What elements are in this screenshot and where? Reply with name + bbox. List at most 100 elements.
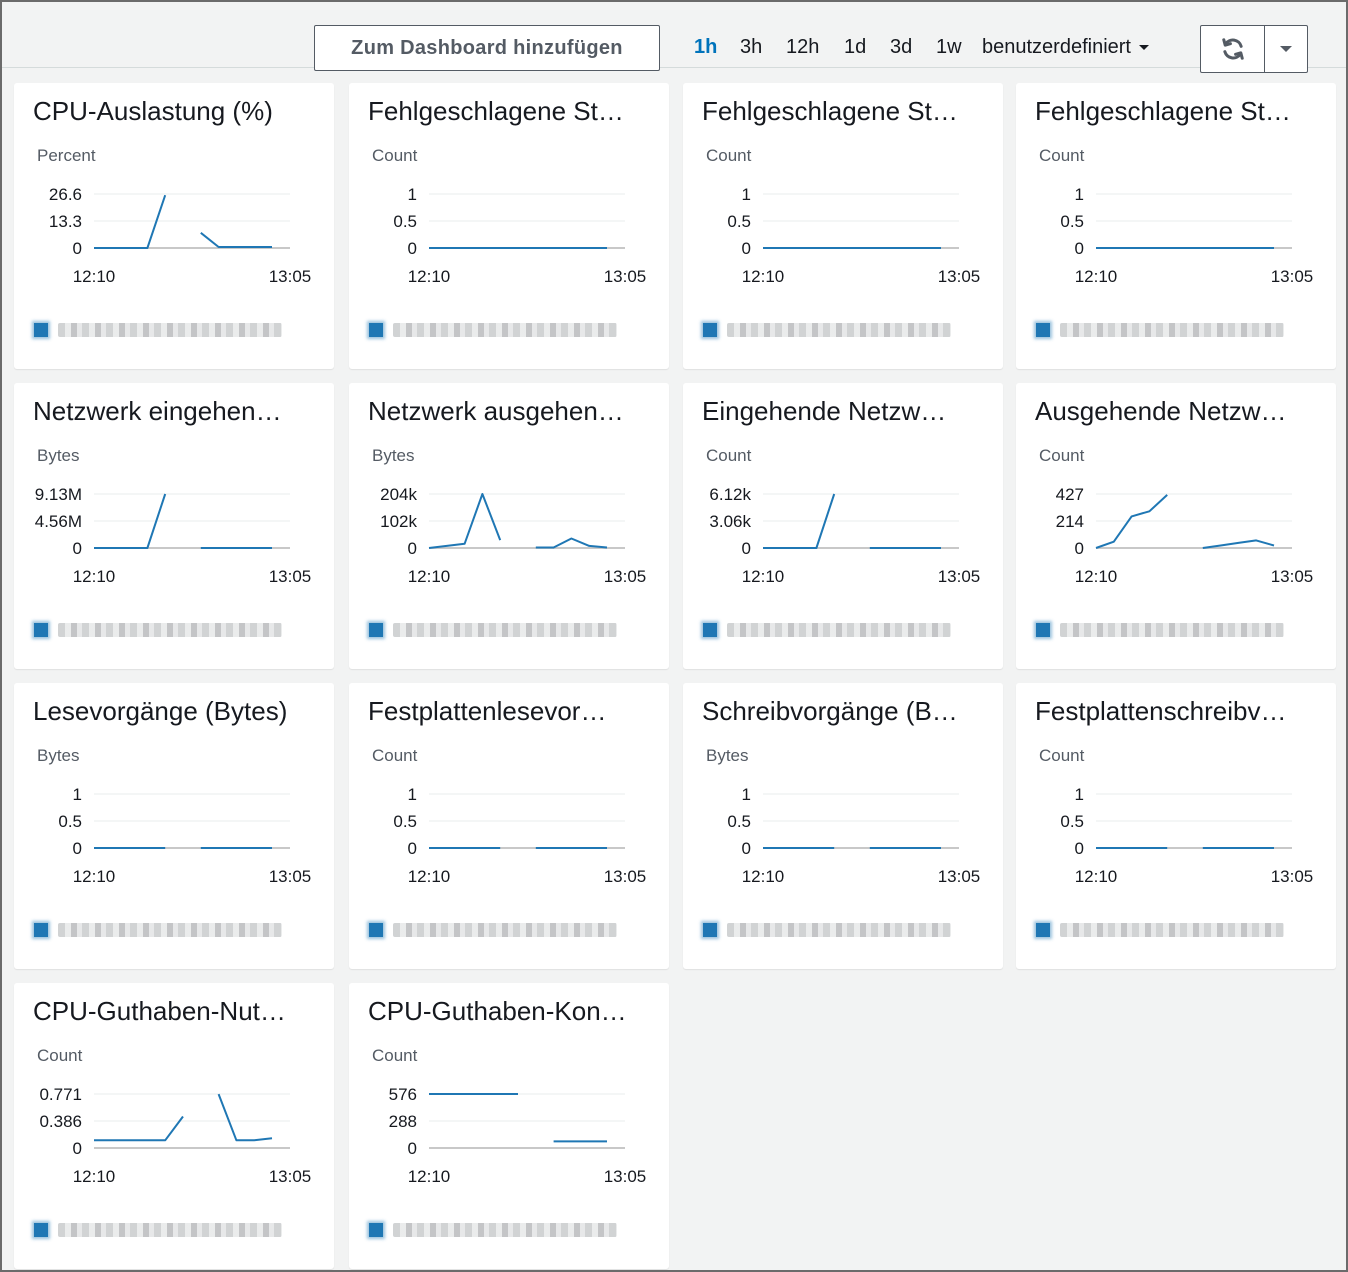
y-tick-label: 13.3	[49, 212, 82, 231]
y-axis-unit-label: Percent	[37, 146, 96, 165]
widget-title: Festplattenlesevor…	[368, 696, 607, 726]
x-tick-label: 12:10	[408, 267, 451, 286]
range-1h[interactable]: 1h	[694, 36, 717, 59]
metric-widget[interactable]: Festplattenlesevor… Count 1 0.5 0 12:10 13:05	[349, 683, 669, 969]
x-tick-label: 12:10	[742, 867, 785, 886]
series-line	[94, 194, 167, 249]
legend	[703, 323, 951, 337]
line-chart: 1 0.5 0 12:10 13:05	[727, 785, 980, 886]
y-axis-unit-label: Bytes	[37, 746, 80, 765]
legend-swatch	[369, 1223, 383, 1237]
y-tick-label: 214	[1056, 512, 1084, 531]
metric-widget[interactable]: Fehlgeschlagene St… Count 1 0.5 0 12:10 13:05	[683, 83, 1003, 369]
redacted-instance-id	[1060, 323, 1284, 337]
x-tick-label: 13:05	[1271, 867, 1314, 886]
y-tick-label: 0	[408, 239, 417, 258]
y-tick-label: 1	[408, 785, 417, 804]
legend-swatch	[1036, 323, 1050, 337]
widget-title: CPU-Auslastung (%)	[33, 96, 273, 126]
legend	[703, 923, 951, 937]
metric-widget[interactable]: Lesevorgänge (Bytes) Bytes 1 0.5 0 12:10 13:05	[14, 683, 334, 969]
y-tick-label: 26.6	[49, 185, 82, 204]
widget-title: Netzwerk ausgehen…	[368, 396, 624, 426]
y-tick-label: 1	[1075, 185, 1084, 204]
metric-widget[interactable]: Fehlgeschlagene St… Count 1 0.5 0 12:10 13:05	[1016, 83, 1336, 369]
metric-widget[interactable]: Schreibvorgänge (B… Bytes 1 0.5 0 12:10 13:05	[683, 683, 1003, 969]
series-line	[200, 232, 272, 248]
metric-widget[interactable]: Netzwerk ausgehen… Bytes 204k 102k 0 12:10 13:…	[349, 383, 669, 669]
y-tick-label: 0	[408, 539, 417, 558]
metric-widget[interactable]: Festplattenschreibv… Count 1 0.5 0 12:10 13:05	[1016, 683, 1336, 969]
widget-title: Fehlgeschlagene St…	[702, 96, 958, 126]
metric-widget[interactable]: Eingehende Netzw… Count 6.12k 3.06k 0 12:10 13…	[683, 383, 1003, 669]
y-axis-unit-label: Count	[1039, 446, 1085, 465]
y-tick-label: 0	[742, 539, 751, 558]
x-tick-label: 12:10	[742, 567, 785, 586]
chevron-down-icon	[1280, 46, 1292, 52]
x-tick-label: 12:10	[73, 1167, 116, 1186]
y-tick-label: 4.56M	[35, 512, 82, 531]
y-tick-label: 0	[73, 1139, 82, 1158]
refresh-options-dropdown[interactable]	[1265, 26, 1307, 72]
y-tick-label: 0.5	[727, 212, 751, 231]
redacted-instance-id	[727, 323, 951, 337]
y-tick-label: 0	[73, 539, 82, 558]
legend-swatch	[34, 323, 48, 337]
legend	[369, 923, 617, 937]
range-3d[interactable]: 3d	[890, 36, 912, 59]
x-tick-label: 12:10	[73, 867, 116, 886]
range-custom[interactable]: benutzerdefiniert	[982, 36, 1149, 59]
caret-down-icon	[1138, 45, 1149, 51]
y-tick-label: 6.12k	[709, 485, 751, 504]
redacted-instance-id	[58, 623, 282, 637]
y-tick-label: 0.5	[58, 812, 82, 831]
y-tick-label: 0.386	[39, 1112, 82, 1131]
x-tick-label: 12:10	[742, 267, 785, 286]
widget-title: Fehlgeschlagene St…	[368, 96, 624, 126]
metric-widget[interactable]: CPU-Guthaben-Nut… Count 0.771 0.386 0 12:10 13…	[14, 983, 334, 1269]
add-to-dashboard-button[interactable]: Zum Dashboard hinzufügen	[314, 25, 660, 71]
y-axis-unit-label: Bytes	[372, 446, 415, 465]
range-3h[interactable]: 3h	[740, 36, 762, 59]
legend	[1036, 623, 1284, 637]
metric-widget[interactable]: CPU-Auslastung (%) Percent 26.6 13.3 0 12:10 1…	[14, 83, 334, 369]
metric-widget[interactable]: Netzwerk eingehen… Bytes 9.13M 4.56M 0 12:10 1…	[14, 383, 334, 669]
y-tick-label: 0.5	[727, 812, 751, 831]
line-chart: 1 0.5 0 12:10 13:05	[58, 785, 311, 886]
range-12h[interactable]: 12h	[786, 36, 819, 59]
redacted-instance-id	[1060, 923, 1284, 937]
x-tick-label: 13:05	[604, 567, 647, 586]
redacted-instance-id	[393, 923, 617, 937]
range-1w[interactable]: 1w	[936, 36, 962, 59]
y-axis-unit-label: Count	[706, 446, 752, 465]
x-tick-label: 12:10	[408, 1167, 451, 1186]
metric-widget[interactable]: Fehlgeschlagene St… Count 1 0.5 0 12:10 13:05	[349, 83, 669, 369]
y-tick-label: 0	[1075, 239, 1084, 258]
refresh-button-group	[1200, 25, 1308, 73]
y-tick-label: 1	[1075, 785, 1084, 804]
legend	[369, 623, 617, 637]
widget-title: Festplattenschreibv…	[1035, 696, 1287, 726]
line-chart: 9.13M 4.56M 0 12:10 13:05	[35, 485, 312, 586]
y-axis-unit-label: Count	[372, 1046, 418, 1065]
y-axis-unit-label: Count	[372, 746, 418, 765]
widget-title: Ausgehende Netzw…	[1035, 396, 1287, 426]
refresh-button[interactable]	[1201, 26, 1265, 72]
x-tick-label: 13:05	[269, 567, 312, 586]
widget-title: Fehlgeschlagene St…	[1035, 96, 1291, 126]
series-line	[217, 1093, 273, 1142]
redacted-instance-id	[393, 623, 617, 637]
y-axis-unit-label: Count	[1039, 746, 1085, 765]
line-chart: 1 0.5 0 12:10 13:05	[1060, 185, 1313, 286]
range-1d[interactable]: 1d	[844, 36, 866, 59]
y-axis-unit-label: Count	[37, 1046, 83, 1065]
metric-widget[interactable]: CPU-Guthaben-Kon… Count 576 288 0 12:10 13:05	[349, 983, 669, 1269]
metric-widget[interactable]: Ausgehende Netzw… Count 427 214 0 12:10 13:05	[1016, 383, 1336, 669]
legend-swatch	[703, 623, 717, 637]
redacted-instance-id	[58, 923, 282, 937]
y-axis-unit-label: Count	[372, 146, 418, 165]
y-tick-label: 1	[73, 785, 82, 804]
y-tick-label: 0.5	[1060, 812, 1084, 831]
series-line	[1202, 539, 1275, 549]
x-tick-label: 12:10	[408, 867, 451, 886]
